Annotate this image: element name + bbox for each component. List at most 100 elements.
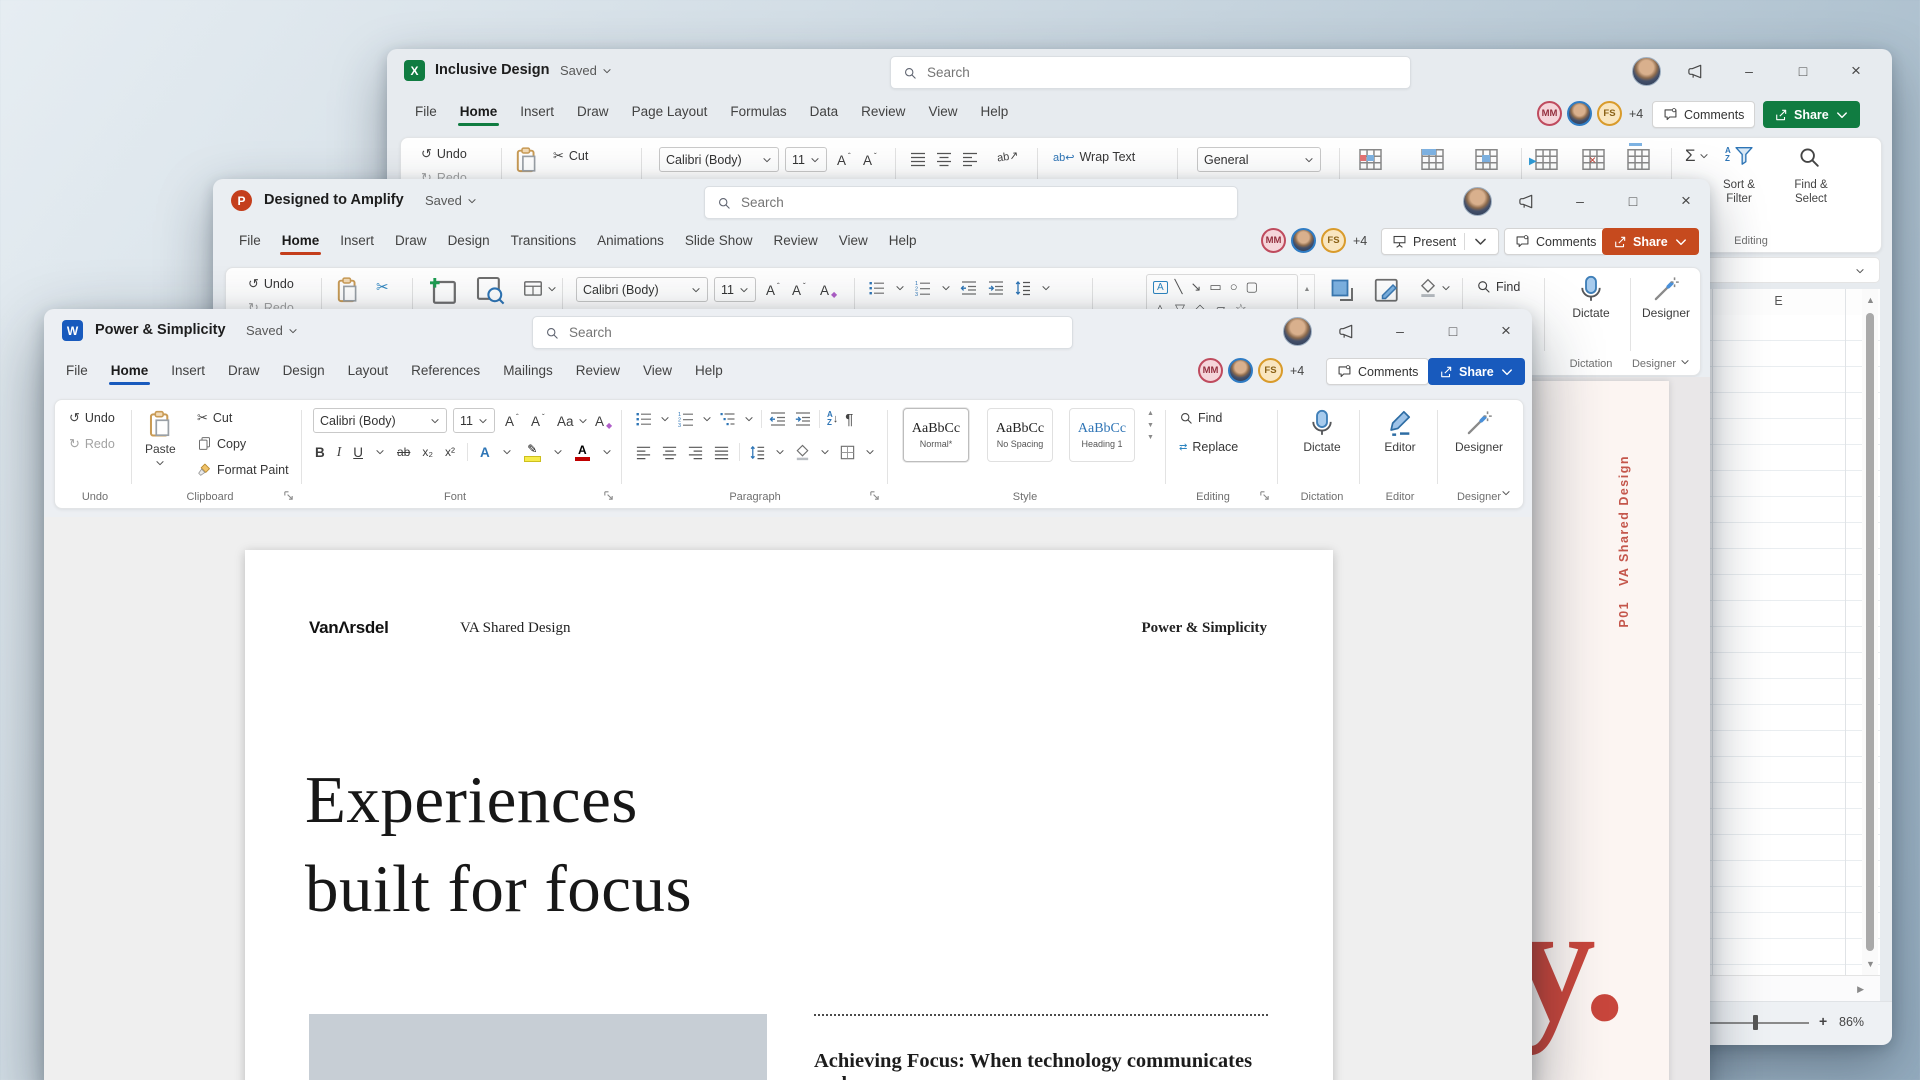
ppt-menu-tab[interactable]: Insert bbox=[339, 230, 375, 251]
excel-menu-tab[interactable]: Review bbox=[860, 101, 906, 122]
subscript-button[interactable]: x₂ bbox=[422, 440, 433, 464]
word-replace-button[interactable]: ⇄ Replace bbox=[1179, 440, 1238, 454]
zoom-slider-track[interactable] bbox=[1709, 1022, 1809, 1024]
excel-search-bar[interactable] bbox=[890, 56, 1411, 89]
scrollbar-thumb[interactable] bbox=[1866, 313, 1874, 951]
word-close-button[interactable]: × bbox=[1496, 321, 1516, 341]
word-dictate-button[interactable]: Dictate bbox=[1291, 409, 1353, 454]
ppt-account-avatar[interactable] bbox=[1463, 187, 1492, 216]
excel-search-input[interactable] bbox=[925, 64, 1375, 81]
textbox-icon[interactable]: A bbox=[1153, 280, 1168, 294]
ppt-search-input[interactable] bbox=[739, 194, 1201, 211]
excel-menu-tab[interactable]: Draw bbox=[576, 101, 610, 122]
style-no-spacing[interactable]: AaBbCc No Spacing bbox=[987, 408, 1053, 462]
word-minimize-button[interactable]: – bbox=[1390, 321, 1410, 341]
align-justify-icon[interactable] bbox=[713, 444, 730, 461]
excel-comments-button[interactable]: Comments bbox=[1652, 101, 1756, 128]
chevron-down-icon[interactable] bbox=[660, 414, 670, 424]
ppt-slide[interactable]: P01 VA Shared Design fy. bbox=[1459, 381, 1669, 1080]
word-menu-tab[interactable]: Design bbox=[282, 360, 326, 381]
excel-close-button[interactable]: × bbox=[1846, 61, 1866, 81]
chevron-down-icon[interactable] bbox=[744, 414, 754, 424]
ppt-menu-tab[interactable]: Help bbox=[888, 230, 918, 251]
excel-menu-tab[interactable]: Help bbox=[979, 101, 1009, 122]
collapse-ribbon-chevron[interactable] bbox=[1680, 357, 1690, 367]
presence-avatar-photo[interactable] bbox=[1291, 228, 1316, 253]
word-change-case-button[interactable]: Aa bbox=[557, 409, 588, 433]
document-image-placeholder[interactable] bbox=[309, 1014, 767, 1080]
chevron-down-icon[interactable] bbox=[375, 447, 385, 457]
paragraph-dialog-launcher[interactable] bbox=[869, 490, 880, 501]
presence-avatar-mm[interactable]: MM bbox=[1198, 358, 1223, 383]
word-menu-tab[interactable]: Insert bbox=[170, 360, 206, 381]
bullets-icon[interactable] bbox=[868, 279, 886, 297]
bold-button[interactable]: B bbox=[315, 440, 325, 464]
ppt-font-name-select[interactable]: Calibri (Body) bbox=[576, 277, 708, 302]
increase-indent-icon[interactable] bbox=[794, 410, 812, 428]
ppt-dictate-button[interactable]: Dictate bbox=[1558, 275, 1624, 320]
zoom-slider-handle[interactable] bbox=[1753, 1015, 1758, 1030]
ppt-grow-font-button[interactable]: Aˆ bbox=[766, 278, 780, 302]
excel-account-avatar[interactable] bbox=[1632, 57, 1661, 86]
excel-shrink-font-button[interactable]: Aˇ bbox=[863, 148, 877, 172]
ppt-share-button[interactable]: Share bbox=[1602, 228, 1699, 255]
presence-overflow-count[interactable]: +4 bbox=[1290, 364, 1304, 378]
ppt-paste-button[interactable] bbox=[334, 275, 361, 310]
ppt-clear-formatting-button[interactable]: A ◆ bbox=[820, 278, 837, 302]
word-search-bar[interactable] bbox=[532, 316, 1073, 349]
excel-font-name-select[interactable]: Calibri (Body) bbox=[659, 147, 779, 172]
bullets-icon[interactable] bbox=[635, 410, 653, 428]
word-editor-button[interactable]: Editor bbox=[1371, 409, 1429, 454]
ppt-find-button[interactable]: Find bbox=[1476, 279, 1520, 294]
decrease-indent-icon[interactable] bbox=[769, 410, 787, 428]
presence-overflow-count[interactable]: +4 bbox=[1629, 107, 1643, 121]
chevron-down-icon[interactable] bbox=[602, 447, 612, 457]
ppt-close-button[interactable]: × bbox=[1676, 191, 1696, 211]
column-header-e[interactable]: E bbox=[1712, 294, 1845, 308]
presence-avatar-mm[interactable]: MM bbox=[1537, 101, 1562, 126]
excel-vertical-scrollbar[interactable]: ▲ ▼ bbox=[1862, 289, 1878, 975]
excel-menu-tab[interactable]: Formulas bbox=[729, 101, 787, 122]
chevron-down-icon[interactable] bbox=[1041, 283, 1051, 293]
ppt-menu-tab[interactable]: File bbox=[238, 230, 262, 251]
excel-share-button[interactable]: Share bbox=[1763, 101, 1860, 128]
ppt-menu-tab[interactable]: Design bbox=[447, 230, 491, 251]
word-save-status[interactable]: Saved bbox=[246, 323, 298, 338]
presence-avatar-mm[interactable]: MM bbox=[1261, 228, 1286, 253]
line-spacing-icon[interactable] bbox=[749, 444, 766, 461]
zoom-in-button[interactable]: + bbox=[1819, 1013, 1827, 1029]
excel-menu-tab[interactable]: Insert bbox=[519, 101, 555, 122]
align-center-icon[interactable] bbox=[661, 444, 678, 461]
style-heading-1[interactable]: AaBbCc Heading 1 bbox=[1069, 408, 1135, 462]
ppt-new-slide-button[interactable] bbox=[426, 274, 458, 311]
align-top-icon[interactable] bbox=[909, 150, 927, 168]
excel-sort-filter-button[interactable]: AZ bbox=[1725, 144, 1755, 166]
ppt-present-button[interactable]: Present bbox=[1381, 228, 1500, 255]
presence-avatar-fs[interactable]: FS bbox=[1321, 228, 1346, 253]
ppt-shape-fill-button[interactable] bbox=[1418, 278, 1451, 298]
pilcrow-icon[interactable]: ¶ bbox=[845, 411, 853, 428]
shading-icon[interactable] bbox=[794, 444, 811, 461]
word-paste-button[interactable]: Paste bbox=[145, 408, 176, 468]
excel-font-size-select[interactable]: 11 bbox=[785, 147, 827, 172]
shape-glyph[interactable]: ○ bbox=[1230, 279, 1238, 295]
font-dialog-launcher[interactable] bbox=[603, 490, 614, 501]
excel-maximize-button[interactable]: □ bbox=[1793, 61, 1813, 81]
presence-avatar-fs[interactable]: FS bbox=[1258, 358, 1283, 383]
word-designer-button[interactable]: Designer bbox=[1447, 409, 1511, 454]
ppt-designer-button[interactable]: Designer bbox=[1634, 275, 1698, 320]
word-clear-formatting-button[interactable]: A ◆ bbox=[595, 409, 612, 433]
word-menu-tab[interactable]: Help bbox=[694, 360, 724, 381]
line-spacing-icon[interactable] bbox=[1014, 279, 1032, 297]
chevron-down-icon[interactable] bbox=[702, 414, 712, 424]
presence-avatar-photo[interactable] bbox=[1228, 358, 1253, 383]
shape-glyph[interactable]: ▭ bbox=[1209, 279, 1221, 295]
superscript-button[interactable]: x² bbox=[445, 440, 455, 464]
excel-menu-tab[interactable]: Home bbox=[457, 101, 499, 126]
word-menu-tab[interactable]: Home bbox=[108, 360, 150, 385]
excel-find-select-button[interactable] bbox=[1797, 145, 1821, 174]
excel-autosum-button[interactable]: Σ bbox=[1685, 146, 1709, 166]
increase-indent-icon[interactable] bbox=[987, 279, 1005, 297]
cell-styles-icon[interactable] bbox=[1473, 146, 1500, 178]
text-effects-button[interactable]: A bbox=[480, 440, 490, 464]
